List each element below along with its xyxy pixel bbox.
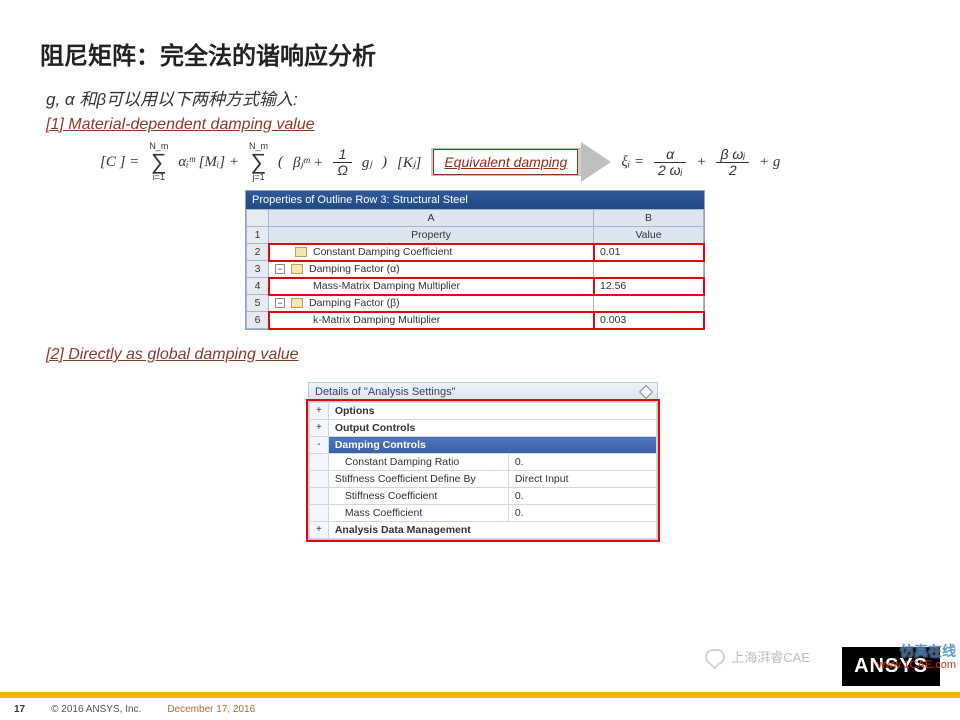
frac-one-omega: 1Ω bbox=[333, 147, 352, 177]
watermark-side: 仿真在线 www.1CAE.com bbox=[877, 643, 956, 672]
section-1-heading: [1] Material-dependent damping value bbox=[46, 116, 920, 134]
sum-symbol-2: N_m ∑ j=1 bbox=[249, 142, 268, 182]
section-row[interactable]: + Options bbox=[310, 403, 657, 420]
value-cell[interactable]: 0.01 bbox=[594, 244, 704, 261]
value-cell[interactable]: 12.56 bbox=[594, 278, 704, 295]
value-cell[interactable]: 0. bbox=[508, 488, 656, 505]
property-row[interactable]: Mass Coefficient 0. bbox=[310, 505, 657, 522]
expand-icon[interactable]: + bbox=[310, 522, 329, 539]
value-cell[interactable]: 0.003 bbox=[594, 312, 704, 329]
value-cell[interactable]: 0. bbox=[508, 505, 656, 522]
table-row[interactable]: 6 k-Matrix Damping Multiplier 0.003 bbox=[247, 312, 704, 329]
details-panel-title: Details of "Analysis Settings" bbox=[315, 386, 455, 398]
slide-subtitle: g, α 和β可以用以下两种方式输入: bbox=[46, 85, 920, 110]
property-row[interactable]: Stiffness Coefficient Define By Direct I… bbox=[310, 471, 657, 488]
collapse-icon[interactable]: − bbox=[275, 264, 285, 274]
property-row[interactable]: Stiffness Coefficient 0. bbox=[310, 488, 657, 505]
pin-icon[interactable] bbox=[639, 385, 653, 399]
arrow-head-icon bbox=[581, 142, 611, 182]
table-row[interactable]: 3 −Damping Factor (α) bbox=[247, 261, 704, 278]
slide-title: 阻尼矩阵：完全法的谐响应分析 bbox=[40, 36, 920, 71]
slide-footer: 17 © 2016 ANSYS, Inc. December 17, 2016 bbox=[0, 692, 960, 720]
formula-row: [C ] = N_m ∑ i=1 αᵢᵐ [Mᵢ] + N_m ∑ j=1 ( … bbox=[100, 142, 920, 182]
col-a-header: A bbox=[269, 210, 594, 227]
formula-xi: ξᵢ = bbox=[621, 154, 644, 171]
formula-gj: gⱼ bbox=[362, 153, 372, 172]
formula-kj: [Kⱼ] bbox=[397, 153, 421, 172]
copyright-text: © 2016 ANSYS, Inc. bbox=[51, 704, 141, 715]
formula-plus-g: + g bbox=[759, 154, 780, 171]
table-row[interactable]: 5 −Damping Factor (β) bbox=[247, 295, 704, 312]
expand-icon[interactable]: + bbox=[310, 403, 329, 420]
footer-date: December 17, 2016 bbox=[167, 704, 255, 715]
formula-beta: βⱼᵐ + bbox=[293, 153, 323, 172]
frac-beta: β ωᵢ2 bbox=[716, 147, 749, 177]
details-panel: Details of "Analysis Settings" + Options… bbox=[308, 382, 658, 540]
property-header: Property bbox=[269, 227, 594, 244]
page-number: 17 bbox=[14, 704, 25, 715]
section-2-heading: [2] Directly as global damping value bbox=[46, 346, 920, 364]
frac-alpha: α2 ωᵢ bbox=[654, 147, 686, 177]
table-row[interactable]: 4 Mass-Matrix Damping Multiplier 12.56 bbox=[247, 278, 704, 295]
properties-table-title: Properties of Outline Row 3: Structural … bbox=[246, 191, 704, 209]
chart-icon bbox=[291, 298, 303, 308]
section-row[interactable]: + Analysis Data Management bbox=[310, 522, 657, 539]
col-b-header: B bbox=[594, 210, 704, 227]
value-cell[interactable]: 0. bbox=[508, 454, 656, 471]
section-row[interactable]: + Output Controls bbox=[310, 420, 657, 437]
value-cell[interactable]: Direct Input bbox=[508, 471, 656, 488]
chart-icon bbox=[295, 247, 307, 257]
section-row-damping[interactable]: - Damping Controls bbox=[310, 437, 657, 454]
formula-term1: αᵢᵐ [Mᵢ] + bbox=[178, 154, 239, 171]
watermark-chat: 上海湃睿CAE bbox=[705, 647, 810, 666]
equivalent-damping-arrow: Equivalent damping bbox=[431, 142, 611, 182]
equivalent-damping-label: Equivalent damping bbox=[433, 149, 578, 175]
table-row[interactable]: 2 Constant Damping Coefficient 0.01 bbox=[247, 244, 704, 261]
chat-bubble-icon bbox=[705, 649, 725, 665]
chart-icon bbox=[291, 264, 303, 274]
collapse-icon[interactable]: − bbox=[275, 298, 285, 308]
property-row[interactable]: Constant Damping Ratio 0. bbox=[310, 454, 657, 471]
collapse-icon[interactable]: - bbox=[310, 437, 329, 454]
expand-icon[interactable]: + bbox=[310, 420, 329, 437]
sum-symbol-1: N_m ∑ i=1 bbox=[149, 142, 168, 182]
value-header: Value bbox=[594, 227, 704, 244]
properties-table: Properties of Outline Row 3: Structural … bbox=[245, 190, 705, 330]
formula-lhs: [C ] = bbox=[100, 154, 139, 171]
